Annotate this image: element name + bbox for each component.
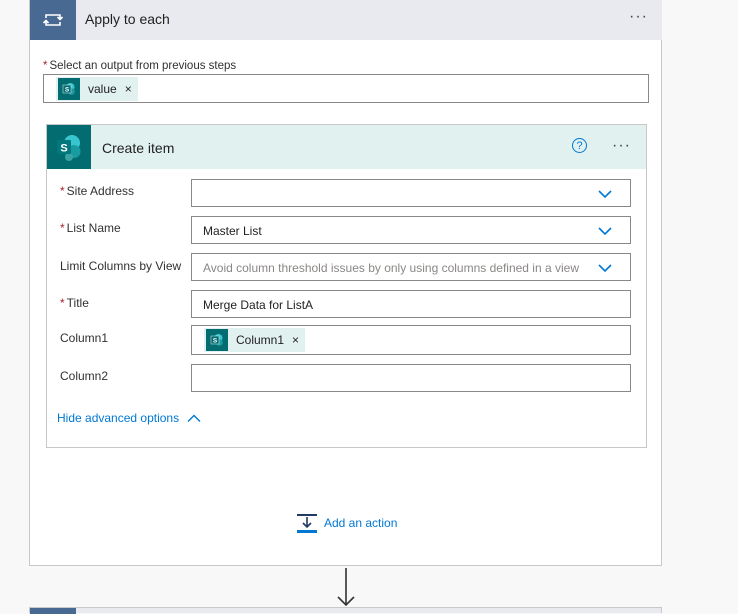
- required-marker: *: [43, 60, 48, 72]
- column1-token-label: Column1: [236, 333, 285, 347]
- sharepoint-icon: S: [206, 329, 228, 351]
- required-marker: *: [60, 296, 65, 310]
- arrow-down-icon: [337, 568, 355, 607]
- list-name-label-text: List Name: [66, 221, 121, 235]
- hide-advanced-options-label: Hide advanced options: [57, 411, 180, 425]
- svg-text:S: S: [65, 87, 70, 94]
- column1-input[interactable]: S Column1 ×: [191, 325, 631, 355]
- column1-label: Column1: [60, 331, 109, 345]
- list-name-value: Master List: [203, 224, 262, 238]
- column2-input[interactable]: [191, 364, 631, 392]
- apply-to-each-title: Apply to each: [85, 11, 170, 27]
- add-action-button[interactable]: Add an action: [296, 512, 397, 534]
- help-icon[interactable]: ?: [572, 138, 587, 153]
- title-value: Merge Data for ListA: [203, 298, 314, 312]
- value-token-label: value: [88, 82, 117, 96]
- svg-text:S: S: [213, 338, 218, 345]
- title-label-text: Title: [66, 296, 89, 310]
- list-name-dropdown[interactable]: Master List: [191, 216, 631, 244]
- sharepoint-icon: S: [47, 125, 91, 169]
- add-action-label: Add an action: [324, 516, 398, 530]
- next-action-icon: [30, 608, 76, 614]
- site-address-label-text: Site Address: [66, 184, 135, 198]
- column1-token[interactable]: S Column1 ×: [204, 328, 306, 352]
- select-output-field[interactable]: S value ×: [43, 74, 649, 103]
- select-output-label-text: Select an output from previous steps: [49, 60, 237, 72]
- chevron-down-icon[interactable]: [598, 189, 612, 199]
- limit-columns-placeholder: Avoid column threshold issues by only us…: [203, 261, 579, 275]
- title-label: * Title: [60, 296, 89, 310]
- card-more-options-icon[interactable]: ···: [612, 137, 631, 155]
- loop-icon: [30, 0, 76, 40]
- site-address-dropdown[interactable]: [191, 179, 631, 207]
- hide-advanced-options-link[interactable]: Hide advanced options: [57, 411, 201, 425]
- limit-columns-label: Limit Columns by View: [60, 259, 182, 273]
- column2-label: Column2: [60, 369, 109, 383]
- value-token-remove-icon[interactable]: ×: [125, 82, 132, 96]
- required-marker: *: [60, 221, 65, 235]
- apply-to-each-header[interactable]: Apply to each ···: [30, 0, 662, 40]
- list-name-label: * List Name: [60, 221, 121, 235]
- limit-columns-dropdown[interactable]: Avoid column threshold issues by only us…: [191, 253, 631, 281]
- loop-more-options-icon[interactable]: ···: [629, 8, 648, 26]
- chevron-down-icon[interactable]: [598, 263, 612, 273]
- column1-token-remove-icon[interactable]: ×: [292, 333, 299, 347]
- select-output-label: * Select an output from previous steps: [43, 60, 236, 72]
- chevron-up-icon: [187, 414, 201, 422]
- svg-text:S: S: [60, 143, 67, 155]
- value-token[interactable]: S value ×: [56, 77, 138, 101]
- create-item-title: Create item: [102, 140, 175, 156]
- sharepoint-icon: S: [58, 78, 80, 100]
- next-action-card[interactable]: [29, 607, 662, 614]
- create-item-header[interactable]: S Create item ? ···: [47, 125, 646, 169]
- required-marker: *: [60, 184, 65, 198]
- title-input[interactable]: Merge Data for ListA: [191, 290, 631, 318]
- create-item-card: S Create item ? ··· * Site Address * List …: [46, 124, 647, 448]
- site-address-label: * Site Address: [60, 184, 134, 198]
- apply-to-each-card: Apply to each ··· * Select an output from…: [29, 0, 662, 566]
- chevron-down-icon[interactable]: [598, 226, 612, 236]
- add-action-icon: [297, 514, 317, 533]
